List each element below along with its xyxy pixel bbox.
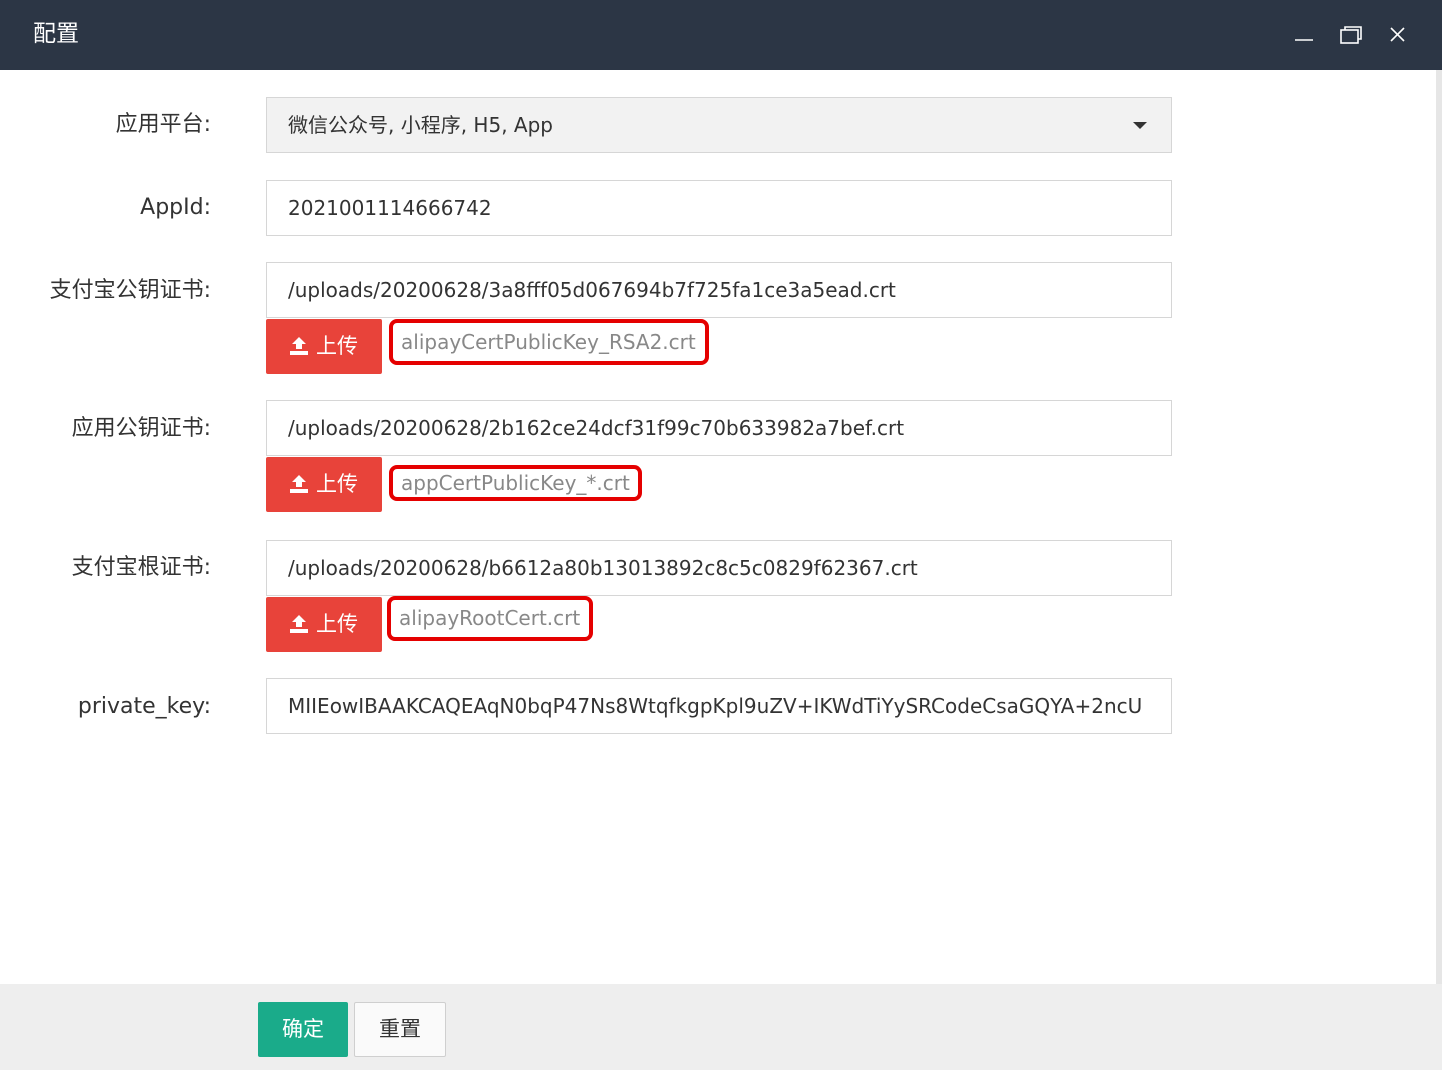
alipay-root-cert-filename-hint: alipayRootCert.crt (387, 596, 593, 641)
app-public-cert-upload-button[interactable]: 上传 (266, 457, 382, 512)
upload-button-label: 上传 (316, 472, 358, 496)
upload-button-label: 上传 (316, 612, 358, 636)
alipay-root-cert-input[interactable]: /uploads/20200628/b6612a80b13013892c8c5c… (266, 540, 1172, 596)
private-key-label: private_key: (77, 694, 211, 719)
upload-button-label: 上传 (316, 334, 358, 358)
upload-icon (290, 615, 308, 633)
maximize-icon[interactable] (1337, 22, 1365, 50)
alipay-public-cert-label: 支付宝公钥证书: (49, 278, 211, 303)
submit-button[interactable]: 确定 (258, 1002, 348, 1057)
app-public-cert-filename-hint: appCertPublicKey_*.crt (389, 465, 642, 501)
scrollbar-track[interactable] (1436, 70, 1442, 984)
window-titlebar: 配置 (0, 0, 1442, 70)
app-public-cert-label: 应用公钥证书: (71, 416, 211, 441)
window-title: 配置 (33, 21, 79, 47)
appid-label: AppId: (140, 195, 211, 220)
reset-button[interactable]: 重置 (354, 1002, 446, 1057)
platform-select-value: 微信公众号, 小程序, H5, App (288, 113, 553, 137)
platform-select[interactable]: 微信公众号, 小程序, H5, App (266, 97, 1172, 153)
caret-down-icon (1133, 122, 1147, 129)
upload-icon (290, 337, 308, 355)
appid-input[interactable]: 2021001114666742 (266, 180, 1172, 236)
form-footer (0, 984, 1442, 1070)
platform-label: 应用平台: (115, 112, 211, 137)
private-key-input[interactable]: MIIEowIBAAKCAQEAqN0bqP47Ns8WtqfkgpKpl9uZ… (266, 678, 1172, 734)
alipay-root-cert-label: 支付宝根证书: (71, 555, 211, 580)
alipay-public-cert-input[interactable]: /uploads/20200628/3a8fff05d067694b7f725f… (266, 262, 1172, 318)
alipay-public-cert-filename-hint: alipayCertPublicKey_RSA2.crt (389, 319, 709, 365)
minimize-icon[interactable] (1290, 22, 1318, 50)
alipay-public-cert-upload-button[interactable]: 上传 (266, 319, 382, 374)
upload-icon (290, 475, 308, 493)
close-icon[interactable] (1384, 22, 1412, 50)
alipay-root-cert-upload-button[interactable]: 上传 (266, 597, 382, 652)
app-public-cert-input[interactable]: /uploads/20200628/2b162ce24dcf31f99c70b6… (266, 400, 1172, 456)
